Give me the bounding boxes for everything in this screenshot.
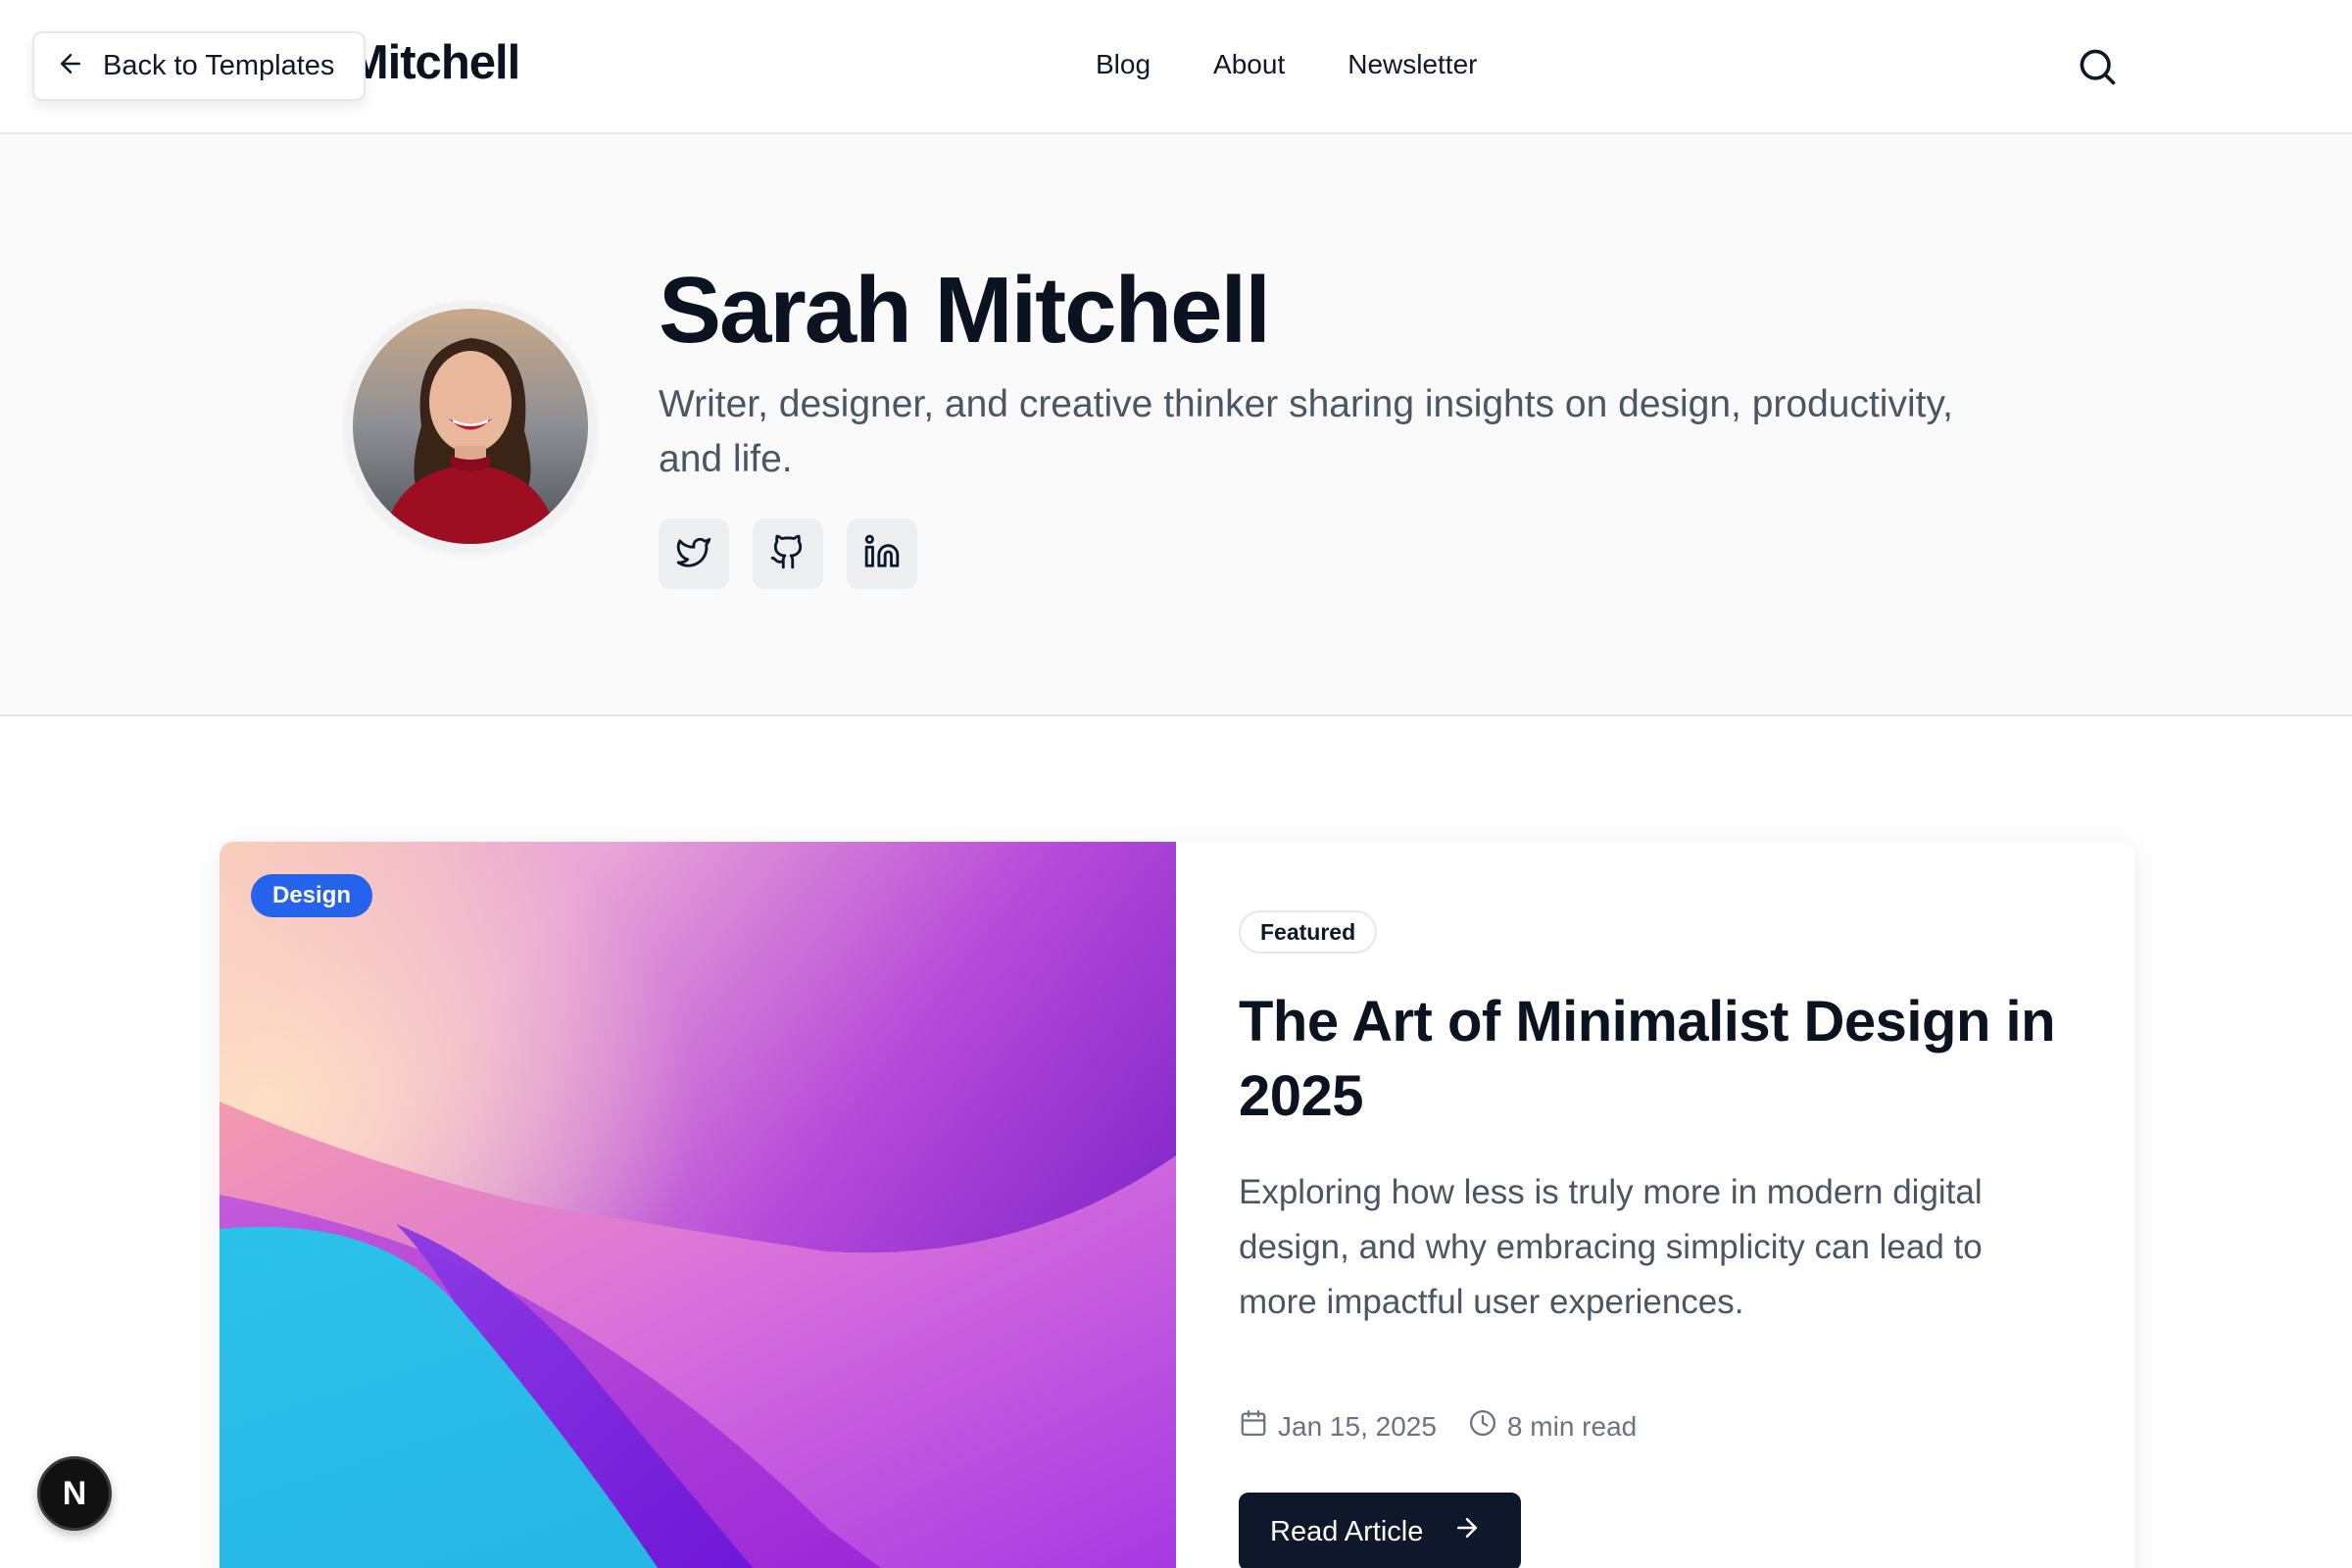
fab-label: N (62, 1474, 87, 1512)
linkedin-icon (863, 533, 901, 575)
read-time-text: 8 min read (1506, 1410, 1638, 1442)
back-button-label: Back to Templates (103, 50, 335, 81)
author-hero: Sarah Mitchell Writer, designer, and cre… (0, 134, 2352, 716)
github-link[interactable] (753, 518, 823, 589)
twitter-link[interactable] (659, 518, 729, 589)
post-date-text: Jan 15, 2025 (1278, 1410, 1437, 1442)
social-links (659, 518, 917, 589)
twitter-icon (675, 533, 712, 575)
site-header: Sarah Mitchell Back to Templates Blog Ab… (0, 0, 2352, 134)
arrow-left-icon (56, 49, 85, 83)
read-article-label: Read Article (1270, 1515, 1424, 1547)
back-to-templates-button[interactable]: Back to Templates (32, 31, 366, 101)
calendar-icon (1239, 1408, 1268, 1445)
nav-about[interactable]: About (1213, 49, 1285, 80)
github-icon (769, 533, 807, 575)
featured-post-image[interactable]: Design (220, 842, 1176, 1568)
read-article-button[interactable]: Read Article (1239, 1493, 1521, 1568)
clock-icon (1468, 1408, 1497, 1445)
main-nav: Blog About Newsletter (1096, 49, 1477, 80)
arrow-right-icon (1452, 1513, 1482, 1550)
featured-post-card[interactable]: Design Featured The Art of Minimalist De… (220, 842, 2134, 1568)
nav-newsletter[interactable]: Newsletter (1348, 49, 1477, 80)
featured-post-excerpt: Exploring how less is truly more in mode… (1239, 1173, 1983, 1321)
author-bio: Writer, designer, and creative thinker s… (659, 383, 1953, 480)
post-meta: Jan 15, 2025 8 min read (1239, 1408, 1637, 1445)
category-badge[interactable]: Design (251, 874, 373, 917)
search-icon (2076, 49, 2119, 92)
nav-blog[interactable]: Blog (1096, 49, 1151, 80)
featured-post-title[interactable]: The Art of Minimalist Design in 2025 (1239, 985, 2082, 1134)
linkedin-link[interactable] (847, 518, 917, 589)
featured-pill: Featured (1239, 910, 1378, 954)
avatar-photo (353, 309, 588, 544)
post-date: Jan 15, 2025 (1239, 1408, 1437, 1445)
post-read-time: 8 min read (1468, 1408, 1637, 1445)
nextjs-dev-button[interactable]: N (37, 1456, 112, 1531)
author-name: Sarah Mitchell (659, 258, 1271, 363)
search-button[interactable] (2076, 45, 2119, 88)
avatar (345, 301, 596, 552)
brand-text: Mitchell (348, 36, 520, 89)
